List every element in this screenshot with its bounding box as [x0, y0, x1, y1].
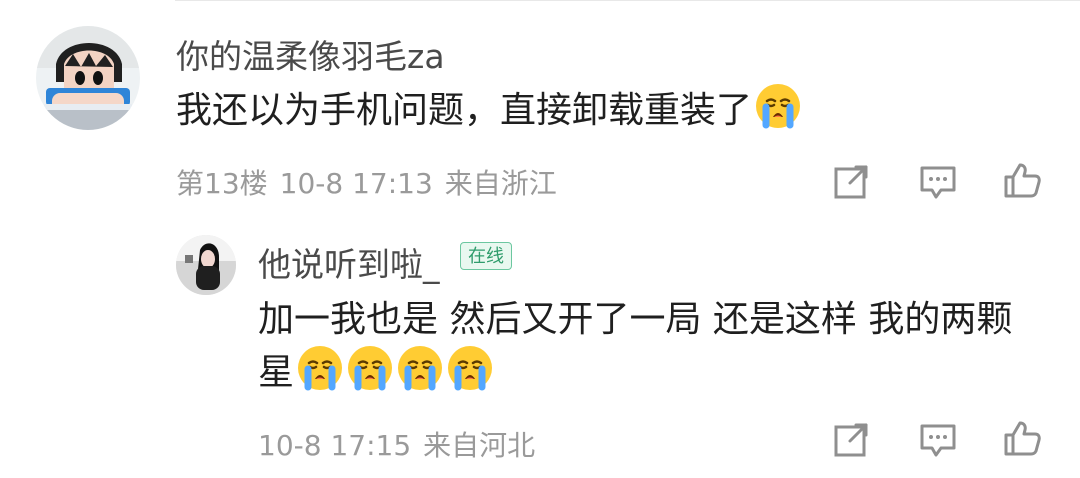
comment-username[interactable]: 你的温柔像羽毛za	[176, 30, 445, 78]
share-icon[interactable]	[832, 420, 872, 460]
reply-meta: 10-8 17:15 来自河北	[258, 424, 535, 464]
online-badge: 在线	[460, 242, 512, 270]
comment-text: 我还以为手机问题，直接卸载重装了	[176, 82, 802, 138]
floor-number: 第13楼	[176, 167, 268, 200]
comment-icon[interactable]	[918, 162, 958, 202]
avatar[interactable]	[36, 26, 140, 130]
crying-face-emoji-icon	[348, 346, 393, 391]
top-divider	[175, 0, 1080, 1]
avatar-photo	[176, 235, 236, 295]
reply-text-line-1: 加一我也是 然后又开了一局 还是这样 我的两颗	[258, 299, 1013, 340]
reply-location: 来自河北	[423, 429, 536, 462]
comment-meta: 第13楼 10-8 17:13 来自浙江	[176, 162, 557, 202]
share-icon[interactable]	[832, 162, 872, 202]
comment-text-content: 我还以为手机问题，直接卸载重装了	[176, 90, 753, 131]
comment-location: 来自浙江	[444, 167, 557, 200]
crying-face-emoji-icon	[298, 346, 343, 391]
comment-icon[interactable]	[918, 420, 958, 460]
reply-username[interactable]: 他说听到啦_	[258, 238, 440, 286]
crying-face-emoji-icon	[756, 84, 801, 129]
comment-time: 10-8 17:13	[279, 167, 433, 200]
thumbs-up-icon[interactable]	[1002, 418, 1042, 458]
crying-face-emoji-icon	[448, 346, 493, 391]
reply-time: 10-8 17:15	[258, 429, 412, 462]
avatar-illustration	[36, 26, 140, 130]
reply-text-line-2-content: 星	[258, 352, 295, 393]
avatar[interactable]	[176, 235, 236, 295]
crying-face-emoji-icon	[398, 346, 443, 391]
thumbs-up-icon[interactable]	[1002, 160, 1042, 200]
reply-text-line-2: 星	[258, 344, 494, 400]
